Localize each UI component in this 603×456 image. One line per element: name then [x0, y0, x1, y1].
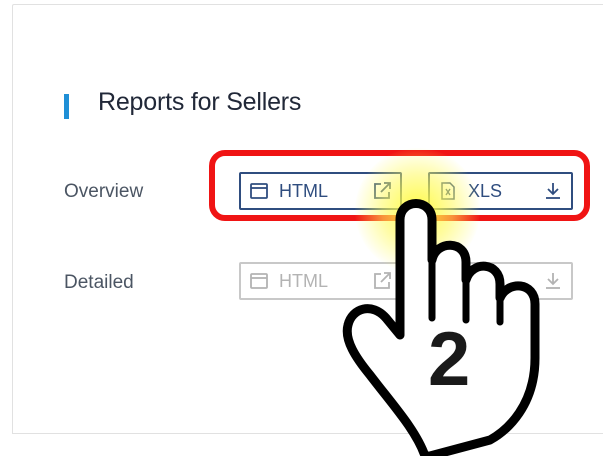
- download-icon: [546, 183, 560, 199]
- external-link-icon: [374, 182, 391, 199]
- row-label-detailed: Detailed: [64, 272, 134, 293]
- reports-card: [12, 4, 603, 434]
- section-accent-bar: [64, 94, 69, 119]
- overview-html-label: HTML: [279, 180, 328, 201]
- detailed-html-button[interactable]: HTML: [239, 262, 402, 300]
- overview-xls-label: XLS: [468, 180, 503, 201]
- detailed-html-label: HTML: [279, 270, 328, 291]
- overview-html-button[interactable]: HTML: [239, 172, 402, 210]
- row-label-overview: Overview: [64, 181, 144, 202]
- window-icon: [250, 273, 268, 289]
- xls-file-icon: [441, 182, 455, 200]
- section-title: Reports for Sellers: [98, 88, 302, 116]
- overview-xls-button[interactable]: XLS: [428, 172, 573, 210]
- detailed-xls-button[interactable]: [428, 262, 573, 300]
- download-icon: [546, 273, 560, 289]
- step-number: 2: [428, 317, 471, 402]
- window-icon: [250, 183, 268, 199]
- external-link-icon: [374, 272, 391, 289]
